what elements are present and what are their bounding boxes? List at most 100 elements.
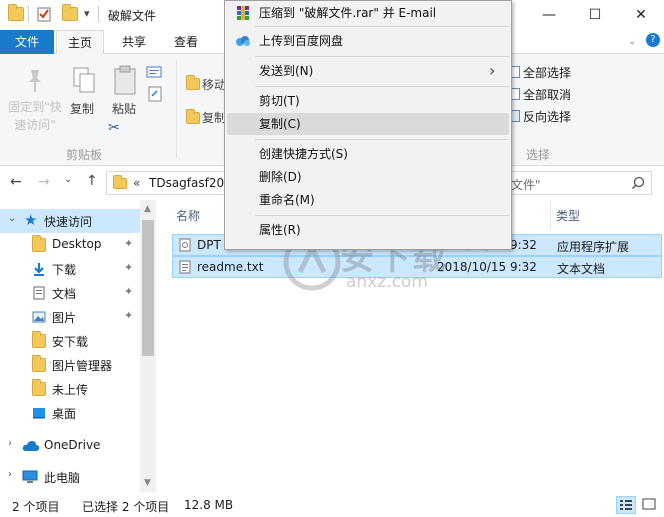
- pin-icon: ✦: [124, 285, 134, 298]
- pictures-icon: [32, 310, 46, 324]
- column-header-type[interactable]: 类型: [556, 207, 580, 224]
- copy-to-button[interactable]: 复制: [202, 109, 226, 126]
- nav-scrollbar[interactable]: ▲ ▼: [140, 200, 156, 492]
- nav-item-picture-manager[interactable]: 图片管理器: [0, 353, 140, 377]
- menu-item-delete[interactable]: 删除(D): [227, 166, 509, 188]
- menu-separator: [255, 26, 509, 27]
- menu-item-copy[interactable]: 复制(C): [227, 113, 509, 135]
- tab-file[interactable]: 文件: [0, 30, 54, 54]
- winrar-icon: [235, 5, 251, 21]
- nav-item-pictures[interactable]: 图片 ✦: [0, 305, 140, 329]
- nav-quick-access[interactable]: ⌄ ★ 快速访问: [0, 209, 140, 233]
- nav-item-label: 文档: [52, 287, 77, 301]
- menu-item-upload-baidu[interactable]: 上传到百度网盘: [227, 30, 509, 52]
- folder-icon: [8, 4, 24, 21]
- scroll-down-icon[interactable]: ▼: [144, 478, 151, 488]
- folder-icon: [32, 379, 46, 396]
- menu-item-label: 复制(C): [259, 117, 301, 131]
- properties-qat-icon[interactable]: [36, 6, 52, 22]
- move-to-button[interactable]: 移动: [202, 76, 226, 93]
- scroll-up-icon[interactable]: ▲: [144, 204, 151, 214]
- column-divider[interactable]: [550, 200, 551, 230]
- file-type: 应用程序扩展: [557, 240, 630, 254]
- close-button[interactable]: ✕: [618, 0, 664, 30]
- minimize-button[interactable]: —: [526, 0, 572, 30]
- nav-this-pc[interactable]: › 此电脑: [0, 465, 140, 489]
- nav-item-anxz[interactable]: 安下载: [0, 329, 140, 353]
- folder-icon: [32, 235, 46, 252]
- menu-separator: [255, 56, 509, 57]
- paste-button[interactable]: 粘贴: [112, 100, 136, 117]
- ribbon-separator: [176, 60, 177, 158]
- nav-item-label: Desktop: [52, 237, 102, 251]
- large-icons-view-button[interactable]: [640, 496, 660, 514]
- file-name: DPT: [197, 238, 221, 252]
- invert-selection-button[interactable]: 反向选择: [523, 108, 571, 125]
- nav-item-desktop-cn[interactable]: 桌面: [0, 401, 140, 425]
- nav-item-label: 图片: [52, 311, 77, 325]
- menu-item-create-shortcut[interactable]: 创建快捷方式(S): [227, 143, 509, 165]
- cut-icon[interactable]: ✂: [108, 120, 120, 136]
- extension-file-icon: [179, 238, 191, 252]
- expand-chevron-icon[interactable]: ›: [8, 469, 12, 480]
- menu-item-label: 属性(R): [259, 223, 301, 237]
- tab-share[interactable]: 共享: [112, 30, 156, 54]
- menu-item-label: 创建快捷方式(S): [259, 147, 348, 161]
- expand-chevron-icon[interactable]: ⌄: [8, 213, 16, 224]
- nav-item-downloads[interactable]: 下载 ✦: [0, 257, 140, 281]
- search-input[interactable]: 文件": [500, 171, 652, 195]
- folder-icon: [32, 355, 46, 372]
- pin-icon: ✦: [124, 237, 134, 250]
- folder-icon: [32, 331, 46, 348]
- menu-item-rename[interactable]: 重命名(M): [227, 189, 509, 211]
- help-icon[interactable]: ?: [646, 33, 660, 47]
- new-folder-qat-icon[interactable]: [62, 4, 78, 21]
- search-icon[interactable]: [631, 176, 645, 190]
- text-file-icon: [179, 260, 191, 274]
- nav-quick-access-label: 快速访问: [44, 215, 93, 229]
- menu-item-label: 重命名(M): [259, 193, 315, 207]
- up-arrow-icon[interactable]: ↑: [86, 173, 98, 189]
- desktop-icon: [32, 406, 46, 420]
- menu-item-send-to[interactable]: 发送到(N) ›: [227, 60, 509, 82]
- expand-chevron-icon[interactable]: ›: [8, 438, 12, 449]
- nav-item-label: 未上传: [52, 383, 89, 397]
- paste-shortcut-icon[interactable]: [148, 86, 162, 102]
- select-none-button[interactable]: 全部取消: [523, 86, 571, 103]
- nav-item-label: 安下载: [52, 335, 89, 349]
- details-view-button[interactable]: [616, 496, 636, 514]
- copy-path-icon[interactable]: [146, 66, 162, 78]
- pin-to-quick-access-button[interactable]: 固定到"快 速访问": [2, 98, 68, 134]
- baidu-cloud-icon: [235, 34, 251, 48]
- pin-icon: [22, 66, 48, 96]
- column-header-name[interactable]: 名称: [176, 207, 200, 224]
- select-all-button[interactable]: 全部选择: [523, 64, 571, 81]
- scroll-thumb[interactable]: [142, 220, 154, 356]
- star-icon: ★: [24, 211, 38, 229]
- copy-to-icon: [186, 109, 200, 124]
- forward-arrow-icon[interactable]: →: [38, 174, 50, 190]
- titlebar-divider: [28, 6, 29, 22]
- pin-icon: ✦: [124, 261, 134, 274]
- tab-view[interactable]: 查看: [164, 30, 208, 54]
- menu-separator: [255, 215, 509, 216]
- watermark-url: anxz.com: [346, 272, 428, 292]
- qat-dropdown-icon[interactable]: ▾: [84, 7, 90, 20]
- tab-home[interactable]: 主页: [56, 30, 104, 55]
- recent-locations-icon[interactable]: ⌄: [64, 174, 72, 185]
- submenu-arrow-icon: ›: [489, 61, 496, 80]
- menu-item-compress-email[interactable]: 压缩到 "破解文件.rar" 并 E-mail: [227, 2, 509, 24]
- maximize-button[interactable]: ☐: [572, 0, 618, 30]
- copy-button[interactable]: 复制: [70, 100, 94, 117]
- address-overflow-chevron[interactable]: «: [133, 176, 140, 190]
- move-to-icon: [186, 75, 200, 90]
- menu-item-properties[interactable]: 属性(R): [227, 219, 509, 241]
- nav-item-desktop[interactable]: Desktop ✦: [0, 233, 140, 257]
- nav-onedrive[interactable]: › OneDrive: [0, 434, 140, 458]
- back-arrow-icon[interactable]: ←: [10, 174, 22, 190]
- ribbon-expand-icon[interactable]: ⌄: [628, 36, 636, 47]
- menu-item-cut[interactable]: 剪切(T): [227, 90, 509, 112]
- nav-item-documents[interactable]: 文档 ✦: [0, 281, 140, 305]
- address-path[interactable]: TDsagfasf201: [149, 176, 232, 190]
- nav-item-not-uploaded[interactable]: 未上传: [0, 377, 140, 401]
